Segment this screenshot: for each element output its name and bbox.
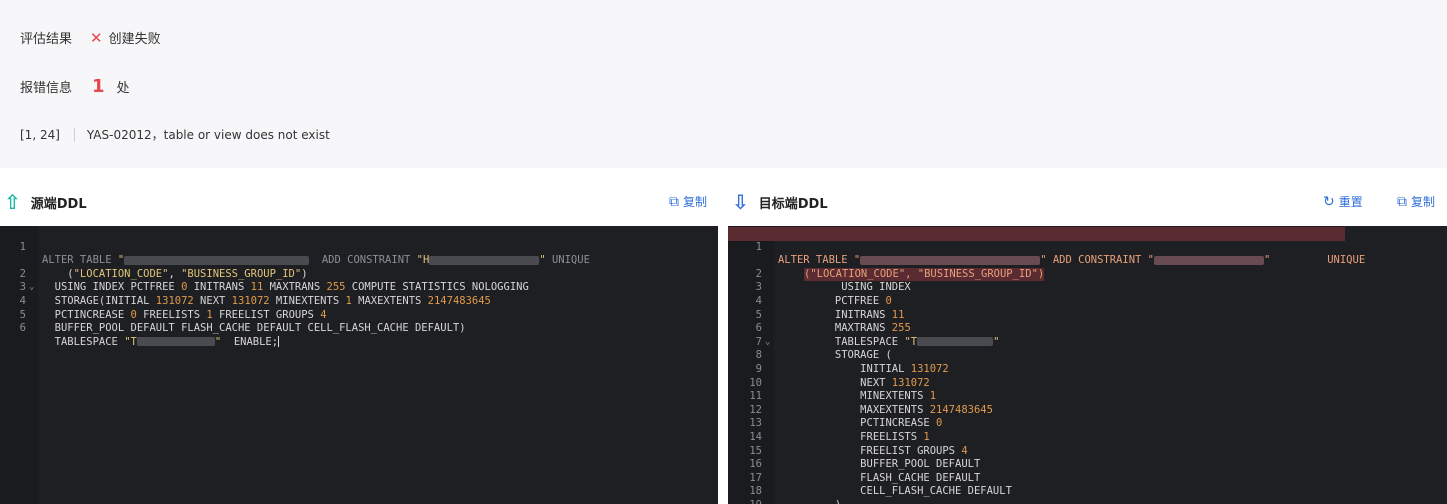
code-line-error: 1 ALTER TABLE " " ADD CONSTRAINT " " UNIQU… xyxy=(728,227,1365,266)
code-line: 3 ⌄ STORAGE(INITIAL 131072 NEXT 131072 MI… xyxy=(19,281,491,307)
target-ddl-header: ⇩ 目标端DDL xyxy=(732,188,828,216)
error-location: [1, 24] xyxy=(20,127,60,142)
code-line: 18 ) xyxy=(749,485,841,504)
code-line: 19 ENABLE; xyxy=(728,485,1447,504)
refresh-icon: ↻ xyxy=(1323,193,1335,210)
code-line: 12 PCTINCREASE 0 xyxy=(749,403,943,430)
target-ddl-title: 目标端DDL xyxy=(758,196,828,212)
code-line: 1 ALTER TABLE " ADD CONSTRAINT "H " UNIQU… xyxy=(19,240,590,267)
target-copy-button[interactable]: ⧉ 复制 xyxy=(1397,193,1435,210)
code-line: 5 BUFFER_POOL DEFAULT FLASH_CACHE DEFAUL… xyxy=(19,308,466,335)
code-line: 2 USING INDEX xyxy=(755,267,911,294)
code-line: 6 TABLESPACE "T " ENABLE; xyxy=(19,322,280,348)
error-count: 1 xyxy=(92,76,105,97)
code-line: 17 CELL_FLASH_CACHE DEFAULT xyxy=(749,471,1012,498)
close-icon: ✕ xyxy=(90,28,103,47)
code-line-error: ("LOCATION_CODE", "BUSINESS_GROUP_ID") xyxy=(804,267,1045,282)
pane-divider[interactable] xyxy=(718,226,728,504)
source-ddl-title: 源端DDL xyxy=(30,196,87,212)
code-line: 10 MINEXTENTS 1 xyxy=(749,376,937,403)
target-reset-button[interactable]: ↻ 重置 xyxy=(1323,193,1363,210)
arrow-down-icon: ⇩ xyxy=(732,190,749,214)
code-line: 11 MAXEXTENTS 2147483645 xyxy=(749,390,993,416)
code-line: 3 PCTFREE 0 xyxy=(755,281,892,307)
reset-label: 重置 xyxy=(1338,195,1363,209)
copy-icon: ⧉ xyxy=(669,193,679,210)
source-ddl-header: ⇧ 源端DDL xyxy=(4,188,87,216)
code-line: 5 MAXTRANS 255 xyxy=(755,308,911,335)
source-copy-button[interactable]: ⧉ 复制 xyxy=(669,193,707,210)
error-unit: 处 xyxy=(116,81,130,96)
code-line: 14 FREELIST GROUPS 4 xyxy=(749,430,968,457)
code-line: 6 TABLESPACE "T " xyxy=(755,322,1000,348)
code-line: 16 FLASH_CACHE DEFAULT xyxy=(749,458,981,484)
code-line: 2 USING INDEX PCTFREE 0 INITRANS 11 MAXT… xyxy=(19,267,529,294)
code-line: ("LOCATION_CODE", "BUSINESS_GROUP_ID") xyxy=(42,267,308,280)
arrow-up-icon: ⇧ xyxy=(4,190,21,214)
error-detail[interactable]: [1, 24] YAS-02012，table or view does not… xyxy=(20,126,330,143)
copy-label: 复制 xyxy=(683,195,708,209)
assessment-summary: 评估结果 ✕ 创建失败 报错信息 1 处 [1, 24] YAS-02012，t… xyxy=(0,0,1447,168)
error-row: 报错信息 1 处 xyxy=(20,76,130,97)
code-line: 15 BUFFER_POOL DEFAULT xyxy=(749,444,981,471)
result-label: 评估结果 xyxy=(20,32,73,47)
code-line: 8 INITIAL 131072 xyxy=(755,349,949,375)
code-line: 4 PCTINCREASE 0 FREELISTS 1 FREELIST GRO… xyxy=(19,294,327,321)
result-row: 评估结果 ✕ 创建失败 xyxy=(20,28,161,48)
copy-label: 复制 xyxy=(1411,195,1436,209)
code-line: 7 ⌄ STORAGE ( xyxy=(755,335,892,362)
result-status: 创建失败 xyxy=(108,32,161,47)
divider xyxy=(73,127,75,142)
code-line: 9 NEXT 131072 xyxy=(755,362,930,389)
error-message: YAS-02012，table or view does not exist xyxy=(86,128,330,142)
source-ddl-editor[interactable]: 1 ALTER TABLE " ADD CONSTRAINT "H " UNIQU… xyxy=(0,226,718,504)
code-line: 13 FREELISTS 1 xyxy=(749,417,930,443)
error-label: 报错信息 xyxy=(20,81,73,96)
copy-icon: ⧉ xyxy=(1397,193,1407,210)
target-ddl-editor[interactable]: 1 ALTER TABLE " " ADD CONSTRAINT " " UNIQU… xyxy=(728,226,1447,504)
code-line: 4 INITRANS 11 xyxy=(755,294,905,321)
